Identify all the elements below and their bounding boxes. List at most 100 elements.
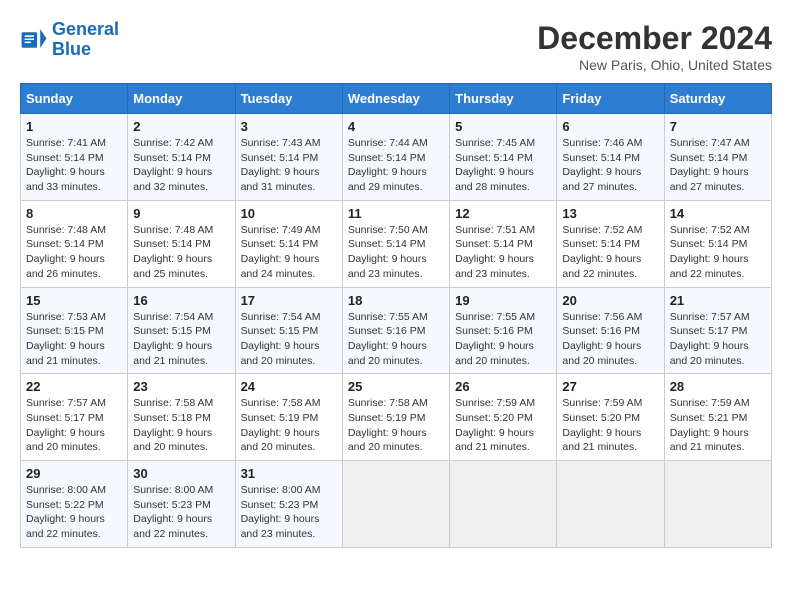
day-info: Sunrise: 7:48 AM Sunset: 5:14 PM Dayligh… — [26, 223, 122, 282]
day-number: 18 — [348, 293, 444, 308]
day-info: Sunrise: 7:51 AM Sunset: 5:14 PM Dayligh… — [455, 223, 551, 282]
calendar-cell: 11 Sunrise: 7:50 AM Sunset: 5:14 PM Dayli… — [342, 200, 449, 287]
calendar-cell: 22Sunrise: 7:57 AM Sunset: 5:17 PM Dayli… — [21, 374, 128, 461]
day-info: Sunrise: 7:58 AM Sunset: 5:19 PM Dayligh… — [348, 396, 444, 455]
calendar-cell: 14 Sunrise: 7:52 AM Sunset: 5:14 PM Dayli… — [664, 200, 771, 287]
logo: General Blue — [20, 20, 119, 60]
calendar-cell: 8 Sunrise: 7:48 AM Sunset: 5:14 PM Daylig… — [21, 200, 128, 287]
day-info: Sunrise: 7:52 AM Sunset: 5:14 PM Dayligh… — [562, 223, 658, 282]
calendar-table: SundayMondayTuesdayWednesdayThursdayFrid… — [20, 83, 772, 548]
day-number: 30 — [133, 466, 229, 481]
day-of-week-header: Saturday — [664, 84, 771, 114]
calendar-cell: 25 Sunrise: 7:58 AM Sunset: 5:19 PM Dayli… — [342, 374, 449, 461]
day-of-week-header: Wednesday — [342, 84, 449, 114]
day-info: Sunrise: 7:59 AM Sunset: 5:21 PM Dayligh… — [670, 396, 766, 455]
day-info: Sunrise: 7:46 AM Sunset: 5:14 PM Dayligh… — [562, 136, 658, 195]
day-info: Sunrise: 7:58 AM Sunset: 5:19 PM Dayligh… — [241, 396, 337, 455]
day-info: Sunrise: 7:55 AM Sunset: 5:16 PM Dayligh… — [348, 310, 444, 369]
day-number: 19 — [455, 293, 551, 308]
calendar-week-row: 8 Sunrise: 7:48 AM Sunset: 5:14 PM Daylig… — [21, 200, 772, 287]
calendar-cell: 13 Sunrise: 7:52 AM Sunset: 5:14 PM Dayli… — [557, 200, 664, 287]
day-of-week-header: Friday — [557, 84, 664, 114]
day-info: Sunrise: 7:59 AM Sunset: 5:20 PM Dayligh… — [455, 396, 551, 455]
page-header: General Blue December 2024 New Paris, Oh… — [20, 20, 772, 73]
calendar-cell: 19 Sunrise: 7:55 AM Sunset: 5:16 PM Dayli… — [450, 287, 557, 374]
calendar-cell: 15Sunrise: 7:53 AM Sunset: 5:15 PM Dayli… — [21, 287, 128, 374]
calendar-cell — [450, 461, 557, 548]
title-block: December 2024 New Paris, Ohio, United St… — [537, 20, 772, 73]
day-info: Sunrise: 7:52 AM Sunset: 5:14 PM Dayligh… — [670, 223, 766, 282]
calendar-cell: 23Sunrise: 7:58 AM Sunset: 5:18 PM Dayli… — [128, 374, 235, 461]
day-info: Sunrise: 8:00 AM Sunset: 5:23 PM Dayligh… — [133, 483, 229, 542]
day-info: Sunrise: 7:43 AM Sunset: 5:14 PM Dayligh… — [241, 136, 337, 195]
calendar-cell: 12 Sunrise: 7:51 AM Sunset: 5:14 PM Dayli… — [450, 200, 557, 287]
calendar-week-row: 29Sunrise: 8:00 AM Sunset: 5:22 PM Dayli… — [21, 461, 772, 548]
day-of-week-header: Monday — [128, 84, 235, 114]
calendar-cell: 28 Sunrise: 7:59 AM Sunset: 5:21 PM Dayli… — [664, 374, 771, 461]
day-info: Sunrise: 8:00 AM Sunset: 5:22 PM Dayligh… — [26, 483, 122, 542]
day-number: 20 — [562, 293, 658, 308]
day-info: Sunrise: 7:58 AM Sunset: 5:18 PM Dayligh… — [133, 396, 229, 455]
logo-line1: General — [52, 19, 119, 39]
main-title: December 2024 — [537, 20, 772, 57]
calendar-cell: 6 Sunrise: 7:46 AM Sunset: 5:14 PM Daylig… — [557, 114, 664, 201]
calendar-cell: 31Sunrise: 8:00 AM Sunset: 5:23 PM Dayli… — [235, 461, 342, 548]
day-number: 2 — [133, 119, 229, 134]
day-number: 12 — [455, 206, 551, 221]
day-number: 9 — [133, 206, 229, 221]
calendar-cell — [342, 461, 449, 548]
day-info: Sunrise: 7:59 AM Sunset: 5:20 PM Dayligh… — [562, 396, 658, 455]
day-number: 5 — [455, 119, 551, 134]
calendar-cell: 9 Sunrise: 7:48 AM Sunset: 5:14 PM Daylig… — [128, 200, 235, 287]
calendar-cell: 26 Sunrise: 7:59 AM Sunset: 5:20 PM Dayli… — [450, 374, 557, 461]
location-subtitle: New Paris, Ohio, United States — [537, 57, 772, 73]
calendar-cell: 5Sunrise: 7:45 AM Sunset: 5:14 PM Daylig… — [450, 114, 557, 201]
day-info: Sunrise: 7:50 AM Sunset: 5:14 PM Dayligh… — [348, 223, 444, 282]
day-number: 27 — [562, 379, 658, 394]
calendar-cell: 1Sunrise: 7:41 AM Sunset: 5:14 PM Daylig… — [21, 114, 128, 201]
day-number: 14 — [670, 206, 766, 221]
day-info: Sunrise: 7:48 AM Sunset: 5:14 PM Dayligh… — [133, 223, 229, 282]
day-number: 25 — [348, 379, 444, 394]
days-of-week-row: SundayMondayTuesdayWednesdayThursdayFrid… — [21, 84, 772, 114]
day-number: 26 — [455, 379, 551, 394]
day-info: Sunrise: 7:53 AM Sunset: 5:15 PM Dayligh… — [26, 310, 122, 369]
calendar-cell: 21 Sunrise: 7:57 AM Sunset: 5:17 PM Dayli… — [664, 287, 771, 374]
day-number: 7 — [670, 119, 766, 134]
calendar-cell: 29Sunrise: 8:00 AM Sunset: 5:22 PM Dayli… — [21, 461, 128, 548]
calendar-cell: 2 Sunrise: 7:42 AM Sunset: 5:14 PM Daylig… — [128, 114, 235, 201]
day-number: 28 — [670, 379, 766, 394]
day-of-week-header: Thursday — [450, 84, 557, 114]
calendar-week-row: 22Sunrise: 7:57 AM Sunset: 5:17 PM Dayli… — [21, 374, 772, 461]
day-number: 3 — [241, 119, 337, 134]
day-number: 10 — [241, 206, 337, 221]
calendar-cell: 4Sunrise: 7:44 AM Sunset: 5:14 PM Daylig… — [342, 114, 449, 201]
calendar-cell: 20 Sunrise: 7:56 AM Sunset: 5:16 PM Dayli… — [557, 287, 664, 374]
logo-text: General Blue — [52, 20, 119, 60]
calendar-cell: 16Sunrise: 7:54 AM Sunset: 5:15 PM Dayli… — [128, 287, 235, 374]
day-number: 16 — [133, 293, 229, 308]
day-info: Sunrise: 7:54 AM Sunset: 5:15 PM Dayligh… — [241, 310, 337, 369]
calendar-cell: 18 Sunrise: 7:55 AM Sunset: 5:16 PM Dayli… — [342, 287, 449, 374]
calendar-cell: 17 Sunrise: 7:54 AM Sunset: 5:15 PM Dayli… — [235, 287, 342, 374]
day-number: 11 — [348, 206, 444, 221]
day-info: Sunrise: 7:57 AM Sunset: 5:17 PM Dayligh… — [670, 310, 766, 369]
calendar-cell: 3 Sunrise: 7:43 AM Sunset: 5:14 PM Daylig… — [235, 114, 342, 201]
calendar-cell: 30 Sunrise: 8:00 AM Sunset: 5:23 PM Dayli… — [128, 461, 235, 548]
day-number: 21 — [670, 293, 766, 308]
day-number: 6 — [562, 119, 658, 134]
day-info: Sunrise: 7:55 AM Sunset: 5:16 PM Dayligh… — [455, 310, 551, 369]
calendar-week-row: 1Sunrise: 7:41 AM Sunset: 5:14 PM Daylig… — [21, 114, 772, 201]
logo-line2: Blue — [52, 39, 91, 59]
day-number: 13 — [562, 206, 658, 221]
day-info: Sunrise: 7:44 AM Sunset: 5:14 PM Dayligh… — [348, 136, 444, 195]
day-number: 8 — [26, 206, 122, 221]
calendar-header: SundayMondayTuesdayWednesdayThursdayFrid… — [21, 84, 772, 114]
calendar-cell: 7Sunrise: 7:47 AM Sunset: 5:14 PM Daylig… — [664, 114, 771, 201]
day-info: Sunrise: 7:41 AM Sunset: 5:14 PM Dayligh… — [26, 136, 122, 195]
day-number: 17 — [241, 293, 337, 308]
day-info: Sunrise: 7:42 AM Sunset: 5:14 PM Dayligh… — [133, 136, 229, 195]
calendar-cell — [664, 461, 771, 548]
day-info: Sunrise: 7:57 AM Sunset: 5:17 PM Dayligh… — [26, 396, 122, 455]
day-info: Sunrise: 7:56 AM Sunset: 5:16 PM Dayligh… — [562, 310, 658, 369]
